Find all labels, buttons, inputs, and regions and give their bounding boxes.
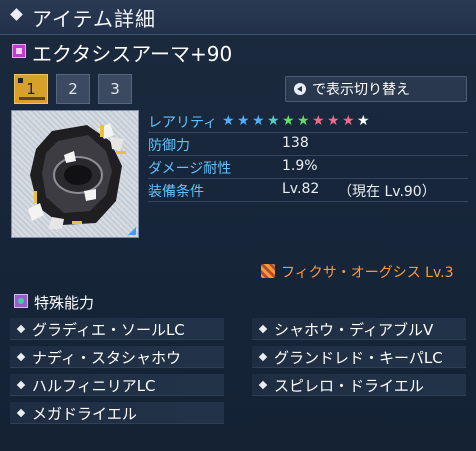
ability-name: グランドレド・キーパLC	[274, 349, 443, 367]
armor-type-icon	[12, 44, 26, 58]
requirement-current: （現在 Lv.90）	[338, 184, 436, 200]
ability-name: シャホウ・ディアブルⅤ	[274, 321, 434, 339]
window-title: アイテム詳細	[32, 7, 156, 31]
defense-value: 138	[282, 135, 309, 151]
tab-1[interactable]: 1	[14, 74, 48, 104]
rarity-star-icon: ★	[297, 113, 310, 129]
rarity-star-icon: ★	[252, 113, 265, 129]
rarity-star-icon: ★	[222, 113, 235, 129]
diamond-bullet-icon	[16, 352, 26, 362]
rarity-star-icon: ★	[342, 113, 355, 129]
ability-item[interactable]: スピレロ・ドライエル	[252, 374, 466, 396]
ability-name: ハルフィニリアLC	[32, 377, 156, 395]
item-name: エクタシスアーマ+90	[32, 42, 233, 66]
ability-name: ナディ・スタシャホウ	[32, 349, 181, 367]
abilities-title: 特殊能力	[34, 294, 95, 312]
defense-row: 防御力 138	[148, 133, 468, 156]
damage-resist-value: 1.9%	[282, 158, 318, 174]
diamond-bullet-icon	[16, 380, 26, 390]
ability-name: メガドライエル	[32, 405, 137, 423]
diamond-bullet-icon	[16, 324, 26, 334]
unit-name: フィクサ・オーグシス Lv.3	[281, 265, 454, 281]
requirement-label: 装備条件	[148, 184, 204, 200]
rarity-star-icon: ★	[357, 113, 370, 129]
tab-3[interactable]: 3	[98, 74, 132, 104]
rarity-row: レアリティ ★ ★ ★ ★ ★ ★ ★ ★ ★ ★	[148, 110, 468, 133]
ability-item[interactable]: ナディ・スタシャホウ	[10, 346, 224, 368]
diamond-bullet-icon	[258, 380, 268, 390]
ability-item[interactable]: メガドライエル	[10, 402, 224, 424]
title-bar: アイテム詳細	[0, 0, 476, 35]
thumbnail-corner-mark	[128, 227, 136, 235]
rarity-star-icon: ★	[267, 113, 280, 129]
unit-row: フィクサ・オーグシス Lv.3	[261, 262, 466, 282]
toggle-display-button[interactable]: で表示切り替え	[285, 76, 467, 102]
rarity-star-icon: ★	[312, 113, 325, 129]
ability-item[interactable]: グラディエ・ソールLC	[10, 318, 224, 340]
rarity-star-icon: ★	[237, 113, 250, 129]
tab-2[interactable]: 2	[56, 74, 90, 104]
diamond-bullet-icon	[16, 408, 26, 418]
damage-resist-label: ダメージ耐性	[148, 161, 232, 177]
requirement-row: 装備条件 Lv.82 （現在 Lv.90）	[148, 179, 468, 202]
rarity-star-icon: ★	[282, 113, 295, 129]
item-detail-panel: アイテム詳細 エクタシスアーマ+90 1 2 3 で表示切り替え レアリティ ★…	[0, 0, 476, 451]
ability-item[interactable]: ハルフィニリアLC	[10, 374, 224, 396]
damage-resist-row: ダメージ耐性 1.9%	[148, 156, 468, 179]
diamond-bullet-icon	[258, 352, 268, 362]
rarity-label: レアリティ	[148, 115, 218, 131]
unit-icon	[261, 264, 275, 278]
special-ability-icon	[14, 294, 28, 308]
armor-unit-image	[28, 123, 126, 229]
ability-item[interactable]: シャホウ・ディアブルⅤ	[252, 318, 466, 340]
rarity-star-icon: ★	[327, 113, 340, 129]
ability-name: スピレロ・ドライエル	[274, 377, 424, 395]
ability-name: グラディエ・ソールLC	[32, 321, 185, 339]
ability-item[interactable]: グランドレド・キーパLC	[252, 346, 466, 368]
diamond-bullet-icon	[10, 8, 23, 21]
left-arrow-button-icon	[294, 83, 306, 95]
toggle-display-label: で表示切り替え	[312, 82, 410, 98]
defense-label: 防御力	[148, 138, 190, 154]
diamond-bullet-icon	[258, 324, 268, 334]
item-thumbnail	[11, 110, 139, 238]
requirement-value: Lv.82	[282, 181, 320, 197]
